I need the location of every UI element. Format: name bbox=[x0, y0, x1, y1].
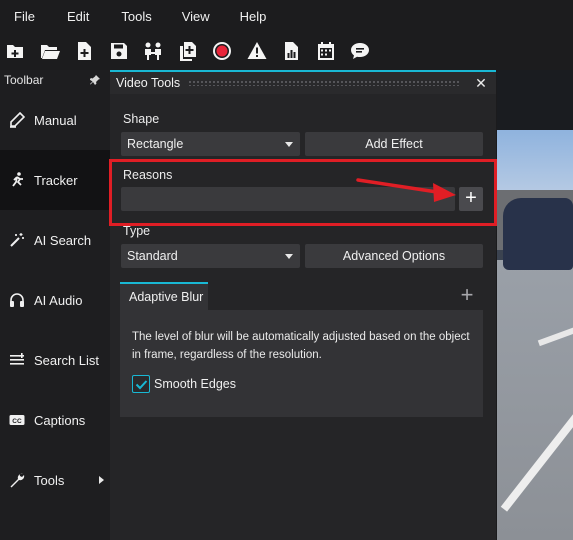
open-folder-icon[interactable] bbox=[39, 40, 61, 62]
menu-view[interactable]: View bbox=[152, 9, 210, 24]
menu-edit[interactable]: Edit bbox=[35, 9, 89, 24]
running-person-icon bbox=[8, 171, 26, 189]
annotation-arrow bbox=[356, 178, 456, 202]
new-file-icon[interactable] bbox=[73, 40, 95, 62]
sidebar-item-ai-search[interactable]: AI Search bbox=[0, 210, 110, 270]
tab-adaptive-blur[interactable]: Adaptive Blur bbox=[120, 282, 208, 310]
sidebar-item-label: Tools bbox=[34, 472, 65, 488]
plus-icon: + bbox=[465, 187, 477, 209]
type-label: Type bbox=[123, 224, 151, 238]
pencil-icon bbox=[8, 111, 26, 129]
left-toolbar-panel: Toolbar Manual Tracker AI Search AI Audi… bbox=[0, 70, 110, 540]
smooth-edges-label: Smooth Edges bbox=[154, 377, 236, 391]
menu-bar: File Edit Tools View Help bbox=[0, 0, 573, 32]
chat-icon[interactable] bbox=[349, 40, 371, 62]
menu-help[interactable]: Help bbox=[210, 9, 267, 24]
people-icon[interactable] bbox=[142, 40, 164, 62]
shape-select[interactable]: Rectangle bbox=[121, 132, 300, 156]
sidebar-item-ai-audio[interactable]: AI Audio bbox=[0, 270, 110, 330]
panel-title: Video Tools bbox=[116, 76, 181, 90]
save-icon[interactable] bbox=[108, 40, 130, 62]
magic-wand-icon bbox=[8, 231, 26, 249]
video-preview[interactable] bbox=[497, 70, 573, 540]
submenu-caret-icon bbox=[99, 476, 104, 484]
shape-select-value: Rectangle bbox=[127, 137, 184, 151]
add-effect-button[interactable]: Add Effect bbox=[305, 132, 483, 156]
sidebar-item-label: Captions bbox=[34, 412, 86, 428]
new-project-icon[interactable] bbox=[4, 40, 26, 62]
sidebar-item-tracker[interactable]: Tracker bbox=[0, 150, 110, 210]
warning-icon[interactable] bbox=[246, 40, 268, 62]
chevron-down-icon bbox=[285, 254, 293, 259]
sidebar-item-label: Tracker bbox=[34, 172, 78, 188]
checkmark-icon bbox=[135, 379, 147, 389]
shape-label: Shape bbox=[123, 112, 160, 126]
add-tab-button[interactable]: + bbox=[455, 284, 479, 308]
panel-title-bar[interactable]: Video Tools ✕ bbox=[110, 72, 496, 94]
close-icon[interactable]: ✕ bbox=[470, 75, 492, 92]
icon-toolbar bbox=[0, 32, 573, 70]
sidebar-item-label: Search List bbox=[34, 352, 100, 368]
pin-icon[interactable] bbox=[90, 75, 100, 85]
advanced-options-button[interactable]: Advanced Options bbox=[305, 244, 483, 268]
wrench-icon bbox=[8, 471, 26, 489]
sidebar-item-tools[interactable]: Tools bbox=[0, 450, 110, 510]
add-reason-button[interactable]: + bbox=[459, 187, 483, 211]
add-copy-icon[interactable] bbox=[177, 40, 199, 62]
video-car bbox=[503, 198, 573, 270]
video-letterbox bbox=[497, 70, 573, 130]
sidebar-item-label: AI Audio bbox=[34, 292, 83, 308]
blur-description: The level of blur will be automatically … bbox=[132, 331, 470, 361]
effect-tabs: Adaptive Blur + The level of blur will b… bbox=[120, 282, 483, 417]
headphones-icon bbox=[8, 291, 26, 309]
drag-grip[interactable] bbox=[188, 80, 460, 86]
svg-text:CC: CC bbox=[12, 418, 22, 425]
menu-tools[interactable]: Tools bbox=[89, 9, 151, 24]
report-icon[interactable] bbox=[280, 40, 302, 62]
tab-content: The level of blur will be automatically … bbox=[120, 310, 483, 417]
sidebar-item-label: AI Search bbox=[34, 232, 92, 248]
list-icon bbox=[8, 351, 26, 369]
closed-captions-icon: CC bbox=[8, 411, 26, 429]
chevron-down-icon bbox=[285, 142, 293, 147]
calendar-icon[interactable] bbox=[315, 40, 337, 62]
reasons-label: Reasons bbox=[123, 168, 173, 182]
record-icon[interactable] bbox=[211, 40, 233, 62]
sidebar-item-captions[interactable]: CC Captions bbox=[0, 390, 110, 450]
sidebar-item-search-list[interactable]: Search List bbox=[0, 330, 110, 390]
smooth-edges-checkbox[interactable] bbox=[132, 375, 150, 393]
type-select-value: Standard bbox=[127, 249, 178, 263]
toolbar-title: Toolbar bbox=[4, 73, 44, 87]
toolbar-header: Toolbar bbox=[0, 70, 110, 90]
type-select[interactable]: Standard bbox=[121, 244, 300, 268]
sidebar-item-manual[interactable]: Manual bbox=[0, 90, 110, 150]
menu-file[interactable]: File bbox=[0, 9, 35, 24]
sidebar-item-label: Manual bbox=[34, 112, 77, 128]
